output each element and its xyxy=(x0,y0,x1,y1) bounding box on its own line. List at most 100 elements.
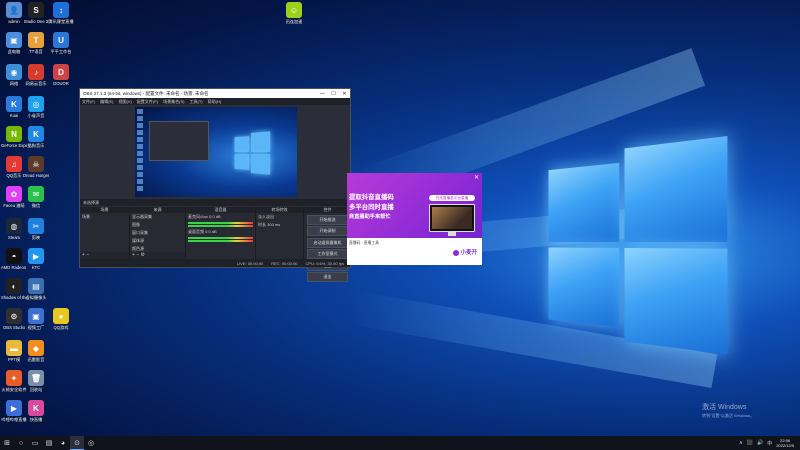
desktop-icon-kugou[interactable]: K 酷狗音乐 xyxy=(23,126,49,148)
desktop-icon-label: TT语音 xyxy=(29,49,43,54)
exit-button[interactable]: 退出 xyxy=(307,272,348,282)
maximize-button[interactable]: ☐ xyxy=(328,91,339,97)
start-recording-button[interactable]: 开始录制 xyxy=(307,226,348,236)
desktop-icon-shadow[interactable]: ◐Shadow of the Tomb xyxy=(1,278,27,300)
add-icon[interactable]: + xyxy=(132,252,135,258)
menu-profile[interactable]: 配置文件(P) xyxy=(137,99,158,105)
start-icon[interactable]: ⊞ xyxy=(0,436,14,450)
desktop-icon-label: Dread Hunger xyxy=(23,173,49,178)
file-explorer-icon[interactable]: ▤ xyxy=(42,436,56,450)
desktop-icon-label: 腾讯课堂直播 xyxy=(48,19,74,24)
preview-canvas[interactable] xyxy=(135,107,297,197)
steam-icon: ◍ xyxy=(6,218,22,234)
transitions-dock: 转场特效 淡入淡出 时长 300 ms xyxy=(256,207,304,259)
recycle-icon: 🗑 xyxy=(28,370,44,386)
brand-logo: 小麦开 xyxy=(453,248,477,256)
transition-duration[interactable]: 时长 300 ms xyxy=(256,221,303,229)
clock[interactable]: 22:56 2022/12/9 xyxy=(776,438,794,448)
watermark-subtitle: 转到"设置"以激活 Windows。 xyxy=(702,413,755,418)
source-item[interactable]: 窗口采集 xyxy=(130,229,185,237)
music-icon: ♫ xyxy=(6,156,22,172)
xiaomi-icon: ◎ xyxy=(28,96,44,112)
context-label: 未选择源 xyxy=(83,199,99,205)
obs-titlebar[interactable]: OBS 27.1.3 (64-bit, windows) - 配置文件: 未命名… xyxy=(80,89,350,98)
desktop-icon-jianying[interactable]: ✂ 剪映 xyxy=(23,218,49,240)
desktop-icon-wechat[interactable]: ✉ 微信 xyxy=(23,186,49,208)
browser-icon[interactable]: ◕ xyxy=(56,436,70,450)
chrome-icon[interactable]: ◎ xyxy=(84,436,98,450)
top-center-icon: ☺ xyxy=(286,2,302,18)
geforce-icon: N xyxy=(6,126,22,142)
vcam-icon: ▤ xyxy=(28,278,44,294)
desktop-icon-dread[interactable]: ☠ Dread Hunger xyxy=(23,156,49,178)
desktop-icon-xiaomi[interactable]: ◎ 小雀声音 xyxy=(23,96,49,118)
thunder-icon: ◆ xyxy=(28,340,44,356)
desktop-icon-label: 酷狗音乐 xyxy=(27,143,45,148)
desktop-icon-kuaiz[interactable]: K 快直播 xyxy=(23,400,49,422)
minimize-button[interactable]: — xyxy=(317,91,328,97)
studio-mode-button[interactable]: 工作室模式 xyxy=(307,249,348,259)
ad-badge: 在线直播各平台直播 xyxy=(429,195,475,201)
desktop-icon-studio-one[interactable]: S Studio One 3 xyxy=(23,2,49,24)
transition-select[interactable]: 淡入淡出 xyxy=(256,213,303,221)
studio-one-icon: S xyxy=(28,2,44,18)
dou-icon: D xyxy=(53,64,69,80)
ad-headline-2: 多平台同时直播 xyxy=(349,204,394,211)
jianying-icon: ✂ xyxy=(28,218,44,234)
gear-icon[interactable]: ⚙ xyxy=(141,252,145,258)
desktop-icon-label: Shadow of the Tomb xyxy=(1,295,27,300)
preview-desktop-icons xyxy=(137,109,144,195)
live-timer: LIVE: 00:00:00 xyxy=(236,260,264,266)
desktop-icon-label: 微信 xyxy=(31,203,41,208)
remove-icon[interactable]: − xyxy=(136,252,139,258)
desktop-icon-tuquan[interactable]: T TT语音 xyxy=(23,32,49,54)
desktop-icon-netease[interactable]: ♪ 网易云音乐 xyxy=(23,64,49,86)
monitor-stand xyxy=(448,232,456,236)
source-toolbar: + − ⚙ xyxy=(130,252,185,259)
desktop-icon-movie[interactable]: ▣ 视频工厂 xyxy=(23,308,49,330)
menu-view[interactable]: 视图(V) xyxy=(118,99,131,105)
close-icon[interactable]: ✕ xyxy=(474,174,479,181)
desktop-icon-teamviewer[interactable]: ↕ 腾讯课堂直播 xyxy=(48,2,74,24)
ime-icon[interactable]: 中 xyxy=(767,440,772,447)
ad-popup[interactable]: ✕ 提取抖音直播码 多平台同时直播 商直播助手来帮忙 在线直播各平台直播 直播码… xyxy=(347,173,482,265)
obs-window[interactable]: OBS 27.1.3 (64-bit, windows) - 配置文件: 未命名… xyxy=(79,88,352,282)
obs-taskbar-icon[interactable]: ⊙ xyxy=(70,436,84,450)
desktop-icon-recycle[interactable]: 🗑 回收站 xyxy=(23,370,49,392)
source-item[interactable]: 媒体源 xyxy=(130,237,185,245)
desktop-icon-qqmusic[interactable]: ● QQ游戏 xyxy=(48,308,74,330)
search-icon[interactable]: ○ xyxy=(14,436,28,450)
start-streaming-button[interactable]: 开始推流 xyxy=(307,214,348,225)
menu-tools[interactable]: 工具(T) xyxy=(189,99,202,105)
dread-icon: ☠ xyxy=(28,156,44,172)
volume-meter xyxy=(188,225,253,227)
remove-icon[interactable]: − xyxy=(86,252,89,258)
scene-item[interactable]: 场景 xyxy=(80,213,129,221)
menu-scene-collection[interactable]: 场景集合(S) xyxy=(163,99,184,105)
desktop-icon-label: 剪映 xyxy=(31,235,41,240)
desktop-icon-dou[interactable]: D DOUOR xyxy=(48,64,74,86)
taskbar: ⊞ ○ ▭ ▤ ◕ ⊙ ◎ ∧ ⬛ 🔊 中 22:56 2022/12/9 xyxy=(0,436,800,450)
desktop: 👤 admin S Studio One 3 ↕ 腾讯课堂直播 ▣ 此电脑 T TT语音 U 平平工作… xyxy=(0,0,800,436)
desktop-icon-label: DOUOR xyxy=(53,81,69,86)
desktop-icon-top-center[interactable]: ☺ 迅连加速 xyxy=(281,2,307,24)
activate-windows-watermark: 激活 Windows 转到"设置"以激活 Windows。 xyxy=(702,402,754,419)
menu-file[interactable]: 文件(F) xyxy=(82,99,95,105)
desktop-icon-thunder[interactable]: ◆ 迅雷影音 xyxy=(23,340,49,362)
source-item[interactable]: 显示器采集 xyxy=(130,213,185,221)
desktop-icon-amd[interactable]: ◓AMD Radeon Software xyxy=(1,248,27,270)
add-icon[interactable]: + xyxy=(82,252,85,258)
close-button[interactable]: ✕ xyxy=(339,91,350,97)
chevron-up-icon[interactable]: ∧ xyxy=(739,440,743,446)
virtual-camera-button[interactable]: 启动虚拟摄像机 xyxy=(307,237,348,248)
watermark-title: 激活 Windows xyxy=(702,404,747,411)
network-icon[interactable]: ⬛ xyxy=(747,440,753,446)
menu-help[interactable]: 帮助(H) xyxy=(208,99,222,105)
menu-edit[interactable]: 编辑(E) xyxy=(100,99,113,105)
source-item[interactable]: 图像 xyxy=(130,221,185,229)
desktop-icon-fs[interactable]: U 平平工作台 xyxy=(48,32,74,54)
task-view-icon[interactable]: ▭ xyxy=(28,436,42,450)
ad-tabs[interactable]: 直播码 · 直播工具 xyxy=(349,241,379,246)
volume-icon[interactable]: 🔊 xyxy=(757,440,763,446)
windows-logo xyxy=(548,136,728,355)
